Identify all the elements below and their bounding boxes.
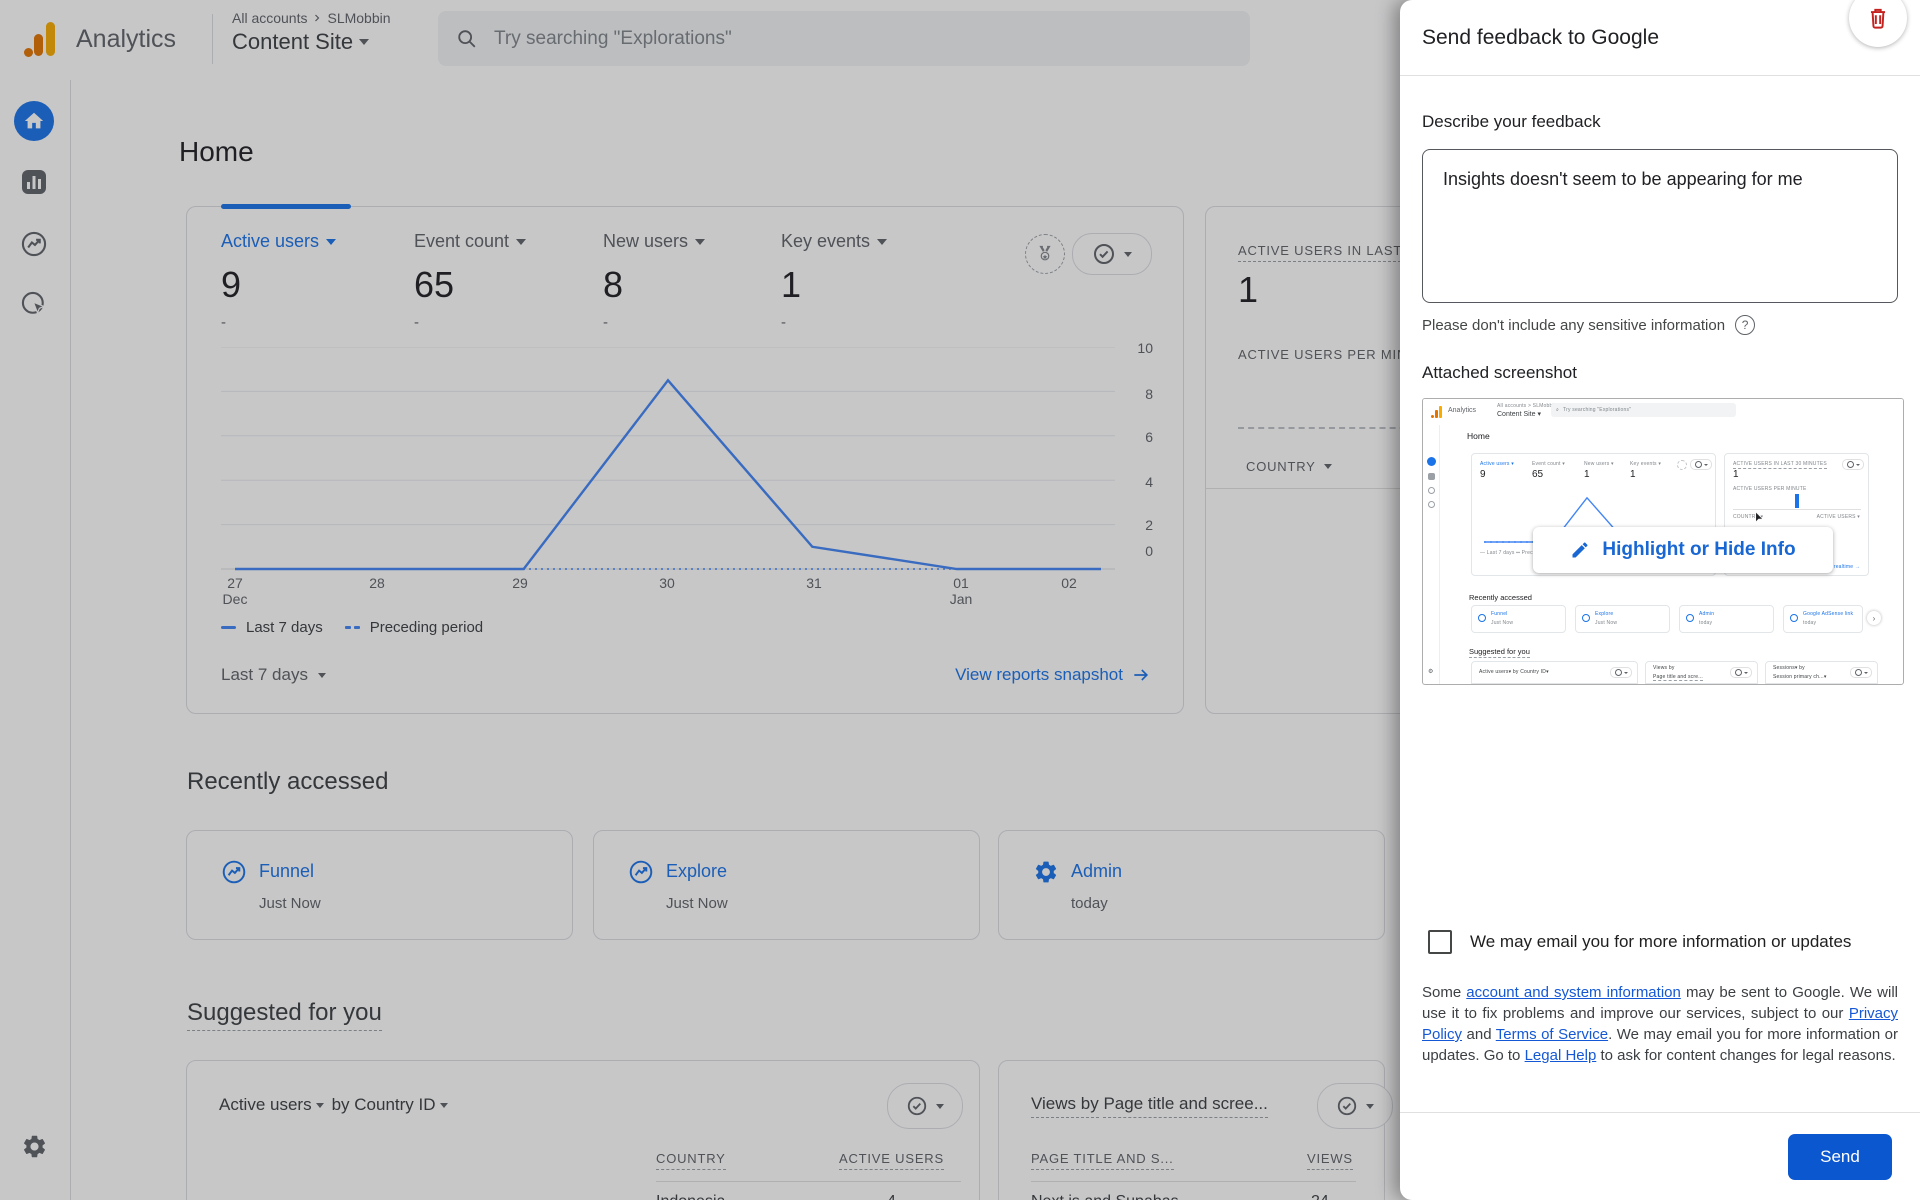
mini-product-name: Analytics [1448, 407, 1476, 414]
highlight-button-label: Highlight or Hide Info [1602, 539, 1795, 561]
highlight-or-hide-button[interactable]: Highlight or Hide Info [1533, 527, 1833, 573]
mini-suggested-card: Sessions▾ by Session primary ch...▾ [1765, 661, 1878, 684]
email-updates-checkbox[interactable] [1428, 930, 1452, 954]
mini-scroll-right-icon: › [1867, 611, 1881, 625]
mini-recent-card: Explore Just Now [1575, 605, 1670, 633]
mini-recent-card: Funnel Just Now [1471, 605, 1566, 633]
panel-footer-divider [1400, 1112, 1920, 1113]
describe-feedback-label: Describe your feedback [1422, 112, 1601, 132]
terms-of-service-link[interactable]: Terms of Service [1496, 1026, 1608, 1043]
feedback-textarea[interactable]: Insights doesn't seem to be appearing fo… [1422, 149, 1898, 303]
email-updates-row: We may email you for more information or… [1428, 930, 1851, 954]
app-root: Analytics All accounts SLMobbin Content … [0, 0, 1920, 1200]
mini-breadcrumb: All accounts > SLMobbin [1497, 403, 1557, 409]
mini-sidebar: ⚙ [1423, 425, 1440, 684]
attached-screenshot-thumbnail[interactable]: Analytics All accounts > SLMobbin Conten… [1422, 398, 1904, 685]
email-updates-label: We may email you for more information or… [1470, 932, 1851, 952]
mini-recent-card: Admin today [1679, 605, 1774, 633]
mini-search-bar: ⌕ Try searching "Explorations" [1551, 403, 1736, 417]
mini-recently-title: Recently accessed [1469, 593, 1532, 602]
legal-help-link[interactable]: Legal Help [1525, 1047, 1597, 1064]
sensitive-info-note: Please don't include any sensitive infor… [1422, 315, 1755, 335]
mini-suggested-title: Suggested for you [1469, 647, 1530, 658]
pencil-icon [1570, 540, 1590, 560]
mini-check-pill [1690, 459, 1712, 470]
feedback-panel: Send feedback to Google ✕ Describe your … [1400, 0, 1920, 1200]
account-system-info-link[interactable]: account and system information [1466, 984, 1681, 1001]
mini-analytics-logo [1431, 406, 1443, 418]
divider [1400, 75, 1920, 76]
mini-page-title: Home [1467, 431, 1490, 441]
attached-screenshot-label: Attached screenshot [1422, 363, 1577, 383]
trash-icon [1865, 5, 1891, 31]
mini-property: Content Site ▾ [1497, 410, 1541, 418]
mini-medal-icon [1677, 460, 1687, 470]
mini-suggested-card: Active users▾ by Country ID▾ [1471, 661, 1638, 684]
legal-text: Some account and system information may … [1422, 982, 1898, 1066]
mini-header: Analytics All accounts > SLMobbin Conten… [1423, 399, 1903, 425]
mini-cursor-icon [1753, 511, 1765, 525]
feedback-panel-title: Send feedback to Google [1422, 26, 1659, 50]
send-button[interactable]: Send [1788, 1134, 1892, 1180]
help-icon[interactable]: ? [1735, 315, 1755, 335]
mini-suggested-card: Views by Page title and scre... [1645, 661, 1758, 684]
mini-check-pill [1842, 459, 1864, 470]
mini-recent-card: Google AdSense link today [1783, 605, 1863, 633]
